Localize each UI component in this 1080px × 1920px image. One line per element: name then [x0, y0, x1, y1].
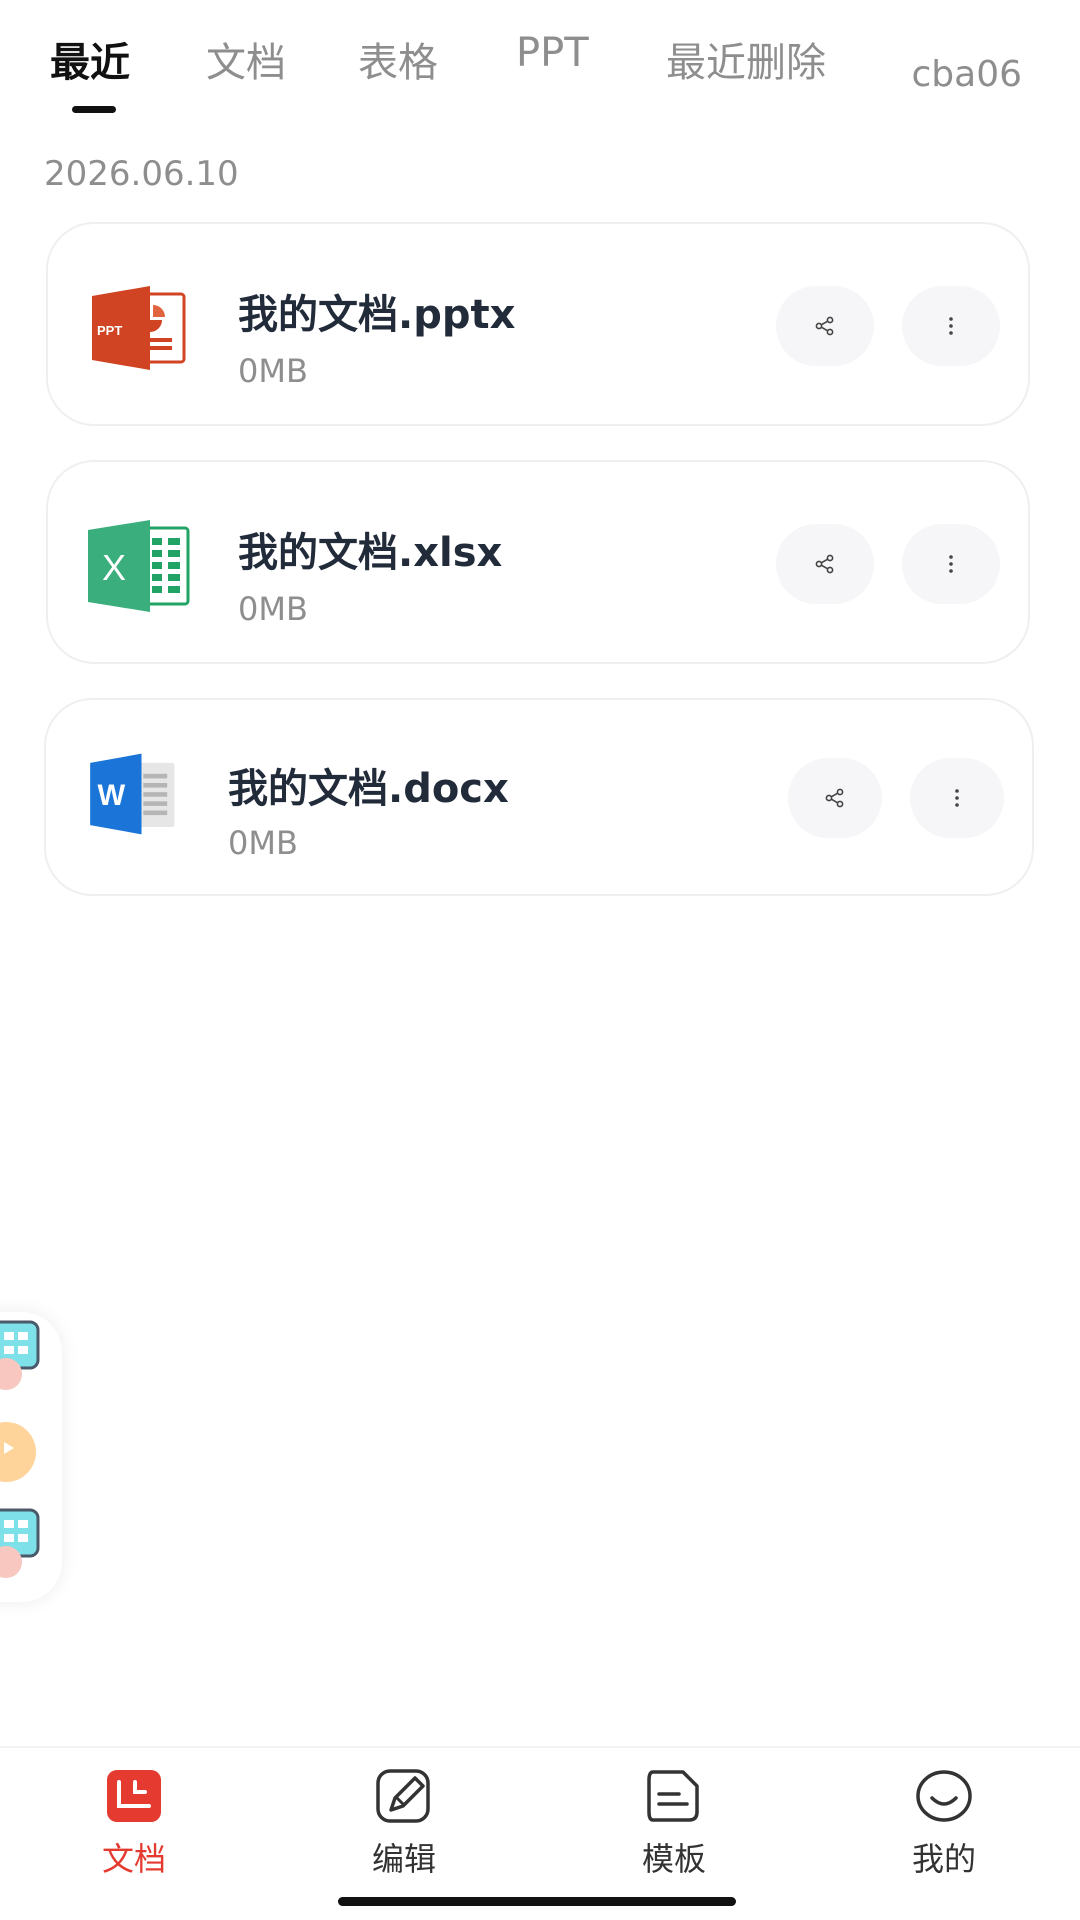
nav-label: 模板 — [641, 1840, 706, 1878]
nav-templates[interactable]: 模板 — [604, 1768, 744, 1880]
excel-file-icon: X — [88, 520, 190, 612]
file-name: 我的文档.xlsx — [238, 530, 503, 576]
more-options-button[interactable] — [902, 524, 1000, 604]
file-name: 我的文档.pptx — [238, 292, 516, 338]
top-tab-bar: 最近 文档 表格 PPT 最近删除 cba06 — [0, 0, 1080, 130]
tab-ppt[interactable]: PPT — [516, 30, 589, 76]
account-name[interactable]: cba06 — [911, 54, 1022, 95]
home-indicator-bar — [338, 1897, 736, 1906]
share-icon — [815, 554, 834, 574]
more-vertical-icon — [955, 789, 959, 807]
share-button[interactable] — [776, 524, 874, 604]
svg-text:PPT: PPT — [97, 323, 122, 338]
file-size: 0MB — [238, 590, 308, 628]
ppt-file-icon: PPT — [92, 286, 186, 370]
file-card-pptx[interactable]: PPT 我的文档.pptx 0MB — [46, 222, 1030, 426]
nav-label: 文档 — [101, 1840, 166, 1878]
spreadsheet-tool-icon-secondary[interactable] — [0, 1502, 46, 1582]
more-vertical-icon — [949, 317, 953, 335]
spreadsheet-tool-icon[interactable] — [0, 1314, 46, 1394]
file-card-docx[interactable]: W 我的文档.docx 0MB — [44, 698, 1034, 896]
edit-pen-icon — [376, 1769, 430, 1823]
file-card-xlsx[interactable]: X 我的文档.xlsx 0MB — [46, 460, 1030, 664]
more-options-button[interactable] — [902, 286, 1000, 366]
nav-edit[interactable]: 编辑 — [334, 1768, 474, 1880]
more-vertical-icon — [949, 555, 953, 573]
bottom-navigation: 文档 编辑 模板 我的 — [0, 1746, 1080, 1920]
nav-label: 我的 — [911, 1840, 976, 1878]
quick-action-icon[interactable] — [0, 1412, 46, 1492]
svg-text:X: X — [102, 547, 126, 588]
word-file-icon: W — [90, 753, 175, 835]
active-tab-indicator — [72, 106, 116, 113]
date-group-label: 2026.06.10 — [44, 154, 239, 194]
nav-label: 编辑 — [371, 1840, 436, 1878]
share-icon — [815, 316, 834, 336]
share-button[interactable] — [776, 286, 874, 366]
share-button[interactable] — [788, 758, 882, 838]
tab-spreadsheets[interactable]: 表格 — [358, 30, 438, 88]
nav-me[interactable]: 我的 — [874, 1768, 1014, 1880]
tab-recently-deleted[interactable]: 最近删除 — [666, 30, 826, 88]
page: 最近 文档 表格 PPT 最近删除 cba06 2026.06.10 PPT 我… — [0, 0, 1080, 1920]
smiley-face-icon — [916, 1770, 972, 1822]
file-size: 0MB — [238, 352, 308, 390]
file-size: 0MB — [228, 824, 298, 862]
more-options-button[interactable] — [910, 758, 1004, 838]
file-name: 我的文档.docx — [228, 766, 509, 812]
share-icon — [825, 788, 844, 808]
tab-documents[interactable]: 文档 — [206, 30, 286, 88]
nav-documents[interactable]: 文档 — [64, 1768, 204, 1880]
document-icon — [107, 1770, 161, 1822]
template-icon — [647, 1770, 699, 1822]
floating-quick-tools — [0, 1312, 62, 1602]
tab-recent[interactable]: 最近 — [50, 30, 130, 88]
svg-text:W: W — [98, 779, 126, 812]
